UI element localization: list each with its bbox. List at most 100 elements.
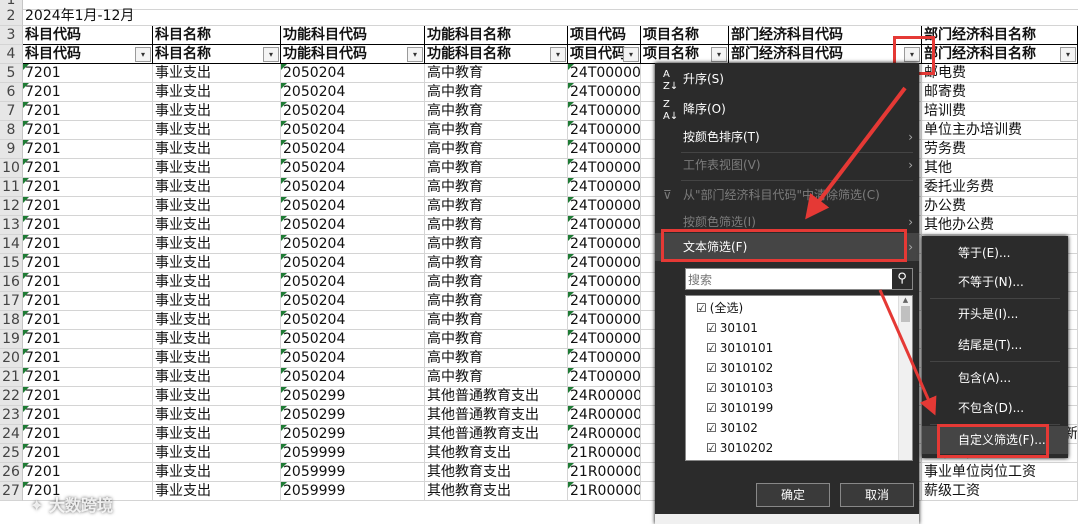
table-cell[interactable]: 24T0000021: [568, 159, 641, 178]
table-cell[interactable]: 其他: [922, 159, 1078, 178]
table-cell[interactable]: 2050204: [281, 235, 425, 254]
row-header[interactable]: 7: [0, 102, 23, 121]
table-cell[interactable]: 2050204: [281, 368, 425, 387]
table-cell[interactable]: 24T0000021: [568, 254, 641, 273]
table-cell[interactable]: 其他普通教育支出: [425, 387, 568, 406]
table-cell[interactable]: 2050204: [281, 254, 425, 273]
table-cell[interactable]: 其他教育支出: [425, 444, 568, 463]
ok-button[interactable]: 确定: [756, 483, 830, 507]
table-cell[interactable]: 24T0000021: [568, 368, 641, 387]
filter-dropdown-icon[interactable]: ▾: [135, 47, 151, 62]
filter-dropdown-icon[interactable]: ▾: [550, 47, 566, 62]
table-cell[interactable]: 7201: [23, 444, 153, 463]
table-cell[interactable]: 事业支出: [153, 102, 281, 121]
row-header[interactable]: 13: [0, 216, 23, 235]
table-cell[interactable]: 7201: [23, 406, 153, 425]
header-cell[interactable]: 部门经济科目名称: [922, 45, 1078, 64]
table-cell[interactable]: 事业支出: [153, 178, 281, 197]
header-cell[interactable]: 科目名称: [153, 26, 281, 45]
filter-dropdown-icon[interactable]: ▾: [1060, 47, 1076, 62]
table-cell[interactable]: 高中教育: [425, 349, 568, 368]
header-cell[interactable]: 功能科目名称: [425, 26, 568, 45]
header-cell[interactable]: 功能科目代码: [281, 26, 425, 45]
table-cell[interactable]: 24T0000021: [568, 311, 641, 330]
table-cell[interactable]: 事业支出: [153, 292, 281, 311]
checkbox-checked-icon[interactable]: ☑: [706, 381, 717, 395]
checklist-item[interactable]: ☑ 3010199: [706, 398, 773, 418]
filter-dropdown-icon[interactable]: ▾: [263, 47, 279, 62]
header-cell[interactable]: 部门经济科目名称: [922, 26, 1078, 45]
checkbox-checked-icon[interactable]: ☑: [696, 301, 707, 315]
table-cell[interactable]: 2050204: [281, 178, 425, 197]
table-cell[interactable]: 24T0000021: [568, 102, 641, 121]
table-cell[interactable]: 高中教育: [425, 83, 568, 102]
search-icon[interactable]: ⚲: [892, 269, 912, 289]
table-cell[interactable]: 24T0000021: [568, 216, 641, 235]
table-cell[interactable]: 事业支出: [153, 444, 281, 463]
table-cell[interactable]: 高中教育: [425, 159, 568, 178]
table-cell[interactable]: 高中教育: [425, 140, 568, 159]
table-cell[interactable]: 2050204: [281, 102, 425, 121]
checklist-item[interactable]: ☑ 3010103: [706, 378, 773, 398]
table-cell[interactable]: 21R0000001: [568, 482, 641, 501]
row-header[interactable]: 25: [0, 444, 23, 463]
table-cell[interactable]: 21R0000001: [568, 444, 641, 463]
table-cell[interactable]: 7201: [23, 178, 153, 197]
header-cell[interactable]: 科目名称: [153, 45, 281, 64]
table-cell[interactable]: 事业支出: [153, 235, 281, 254]
table-cell[interactable]: 2050299: [281, 425, 425, 444]
table-cell[interactable]: 高中教育: [425, 197, 568, 216]
table-cell[interactable]: 高中教育: [425, 311, 568, 330]
table-cell[interactable]: 单位主办培训费: [922, 121, 1078, 140]
table-cell[interactable]: 2050204: [281, 159, 425, 178]
checklist-scrollbar[interactable]: ▲: [898, 296, 912, 460]
table-cell[interactable]: 高中教育: [425, 292, 568, 311]
checkbox-checked-icon[interactable]: ☑: [706, 341, 717, 355]
table-cell[interactable]: 24T0000021: [568, 197, 641, 216]
row-header[interactable]: 23: [0, 406, 23, 425]
table-cell[interactable]: 7201: [23, 64, 153, 83]
table-cell[interactable]: 其他普通教育支出: [425, 425, 568, 444]
row-header[interactable]: 27: [0, 482, 23, 501]
table-cell[interactable]: 2050204: [281, 330, 425, 349]
row-header[interactable]: 15: [0, 254, 23, 273]
table-cell[interactable]: 24R0000031: [568, 406, 641, 425]
table-cell[interactable]: 2050204: [281, 273, 425, 292]
table-cell[interactable]: 邮电费: [922, 64, 1078, 83]
table-cell[interactable]: 24T0000021: [568, 121, 641, 140]
table-cell[interactable]: 高中教育: [425, 178, 568, 197]
table-cell[interactable]: 其他办公费: [922, 216, 1078, 235]
table-cell[interactable]: 7201: [23, 349, 153, 368]
header-cell[interactable]: 科目代码: [23, 45, 153, 64]
table-cell[interactable]: 2050204: [281, 64, 425, 83]
row-header[interactable]: 20: [0, 349, 23, 368]
checklist-item[interactable]: ☑ 30102: [706, 418, 758, 438]
table-cell[interactable]: 24T0000021: [568, 330, 641, 349]
submenu-item[interactable]: 不等于(N)...: [922, 268, 1068, 296]
search-input[interactable]: [686, 270, 886, 290]
table-cell[interactable]: 2050204: [281, 216, 425, 235]
table-cell[interactable]: 事业支出: [153, 159, 281, 178]
table-cell[interactable]: 高中教育: [425, 254, 568, 273]
table-cell[interactable]: 24T0000021: [568, 273, 641, 292]
table-cell[interactable]: 7201: [23, 254, 153, 273]
table-cell[interactable]: 24T0000021: [568, 349, 641, 368]
resize-grip[interactable]: [655, 514, 919, 524]
table-cell[interactable]: 7201: [23, 292, 153, 311]
scroll-up-icon[interactable]: ▲: [899, 296, 912, 304]
table-cell[interactable]: 2050299: [281, 387, 425, 406]
row-header[interactable]: 12: [0, 197, 23, 216]
table-cell[interactable]: 事业支出: [153, 330, 281, 349]
table-cell[interactable]: 办公费: [922, 197, 1078, 216]
table-cell[interactable]: 2050204: [281, 349, 425, 368]
table-cell[interactable]: 24T0000021: [568, 64, 641, 83]
scroll-thumb[interactable]: [901, 306, 910, 322]
row-header[interactable]: 2: [0, 7, 23, 26]
row-header[interactable]: 6: [0, 83, 23, 102]
table-cell[interactable]: 2050299: [281, 406, 425, 425]
title-cell[interactable]: 2024年1月-12月: [23, 7, 1078, 26]
table-cell[interactable]: 高中教育: [425, 235, 568, 254]
table-cell[interactable]: 7201: [23, 425, 153, 444]
table-cell[interactable]: 事业支出: [153, 273, 281, 292]
table-cell[interactable]: 劳务费: [922, 140, 1078, 159]
